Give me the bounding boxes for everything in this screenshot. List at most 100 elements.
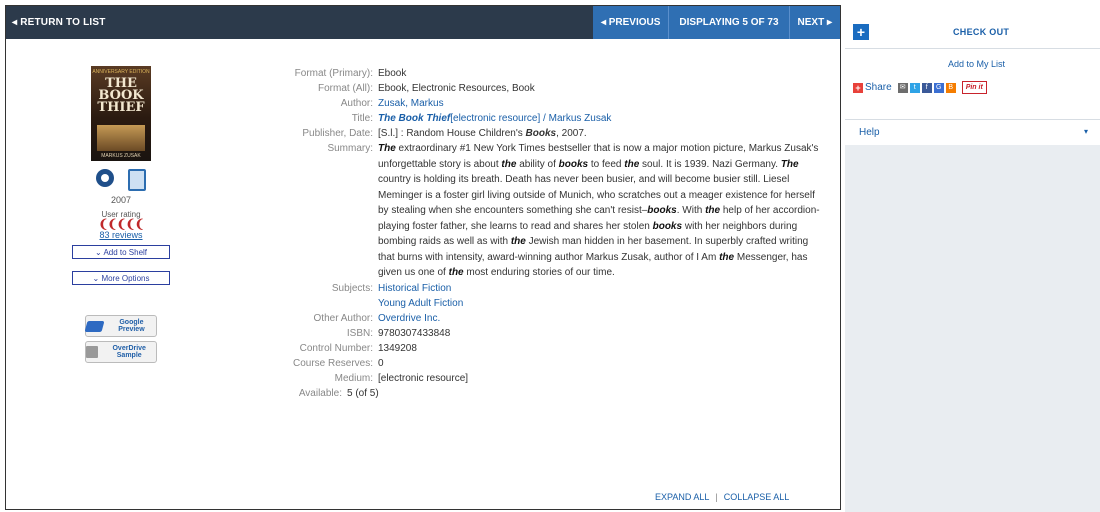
subject-link[interactable]: Young Adult Fiction: [378, 296, 822, 311]
expand-all-link[interactable]: EXPAND ALL: [655, 492, 709, 502]
google-preview-button[interactable]: Google Preview: [84, 315, 157, 337]
detail-row-control-number: Control Number: 1349208: [242, 341, 822, 356]
detail-value: 0: [378, 357, 384, 369]
detail-row-format-all: Format (All): Ebook, Electronic Resource…: [242, 81, 822, 96]
collapse-all-link[interactable]: COLLAPSE ALL: [724, 492, 790, 502]
facebook-icon[interactable]: f: [921, 82, 932, 93]
detail-label-empty: [242, 296, 378, 311]
detail-label: Format (All):: [318, 83, 373, 94]
pinterest-button[interactable]: Pin it: [961, 81, 987, 94]
checkout-bar: + CHECK OUT: [845, 15, 1100, 49]
google-preview-label: Google Preview: [118, 319, 145, 333]
link-separator: |: [715, 492, 718, 502]
next-button[interactable]: NEXT ▸: [789, 6, 840, 39]
twitter-icon[interactable]: t: [909, 82, 920, 93]
help-accordion[interactable]: Help ▾: [845, 119, 1100, 145]
summary-text: The extraordinary #1 New York Times best…: [378, 141, 822, 281]
item-aside: ANNIVERSARY EDITION THE BOOK THIEF MARKUS…: [66, 66, 176, 363]
detail-row-subjects-2: Young Adult Fiction: [242, 296, 822, 311]
detail-value: 9780307433848: [378, 327, 451, 339]
title-link[interactable]: The Book Thief[electronic resource] / Ma…: [378, 111, 822, 126]
list-share-panel: Add to My List + Share ✉ t f G B Pin it: [845, 49, 1100, 119]
detail-value: Ebook: [378, 68, 407, 79]
summary-highlight: books: [647, 205, 677, 216]
summary-highlight: The: [780, 158, 799, 170]
detail-label: Title:: [351, 113, 373, 124]
detail-label: Other Author:: [313, 312, 373, 324]
summary-highlight: the: [448, 267, 464, 278]
detail-label: Author:: [340, 98, 373, 109]
detail-label: ISBN:: [346, 327, 373, 339]
google-icon[interactable]: G: [933, 82, 944, 93]
author-link[interactable]: Zusak, Markus: [378, 96, 822, 111]
detail-label: Format (Primary):: [294, 68, 373, 79]
summary-highlight: the: [624, 158, 640, 170]
share-bar: + Share ✉ t f G B Pin it: [853, 81, 987, 94]
more-options-button[interactable]: ⌄ More Options: [72, 271, 170, 285]
email-icon[interactable]: ✉: [897, 82, 908, 93]
book-cover-image[interactable]: ANNIVERSARY EDITION THE BOOK THIEF MARKUS…: [91, 66, 151, 161]
detail-row-course-reserves: Course Reserves: 0: [242, 356, 822, 371]
summary-segment: soul. It is 1939. Nazi Germany.: [639, 158, 781, 170]
record-panel: ◂ RETURN TO LIST ◂ PREVIOUS DISPLAYING 5…: [5, 5, 841, 510]
detail-label: Summary:: [327, 143, 373, 154]
summary-highlight: books: [652, 220, 683, 232]
overdrive-icon[interactable]: [96, 169, 114, 187]
overdrive-sample-button[interactable]: OverDrive Sample: [85, 341, 157, 363]
summary-highlight: the: [501, 158, 517, 170]
reviews-link[interactable]: 83 reviews: [66, 230, 176, 240]
record-nav-bar: ◂ RETURN TO LIST ◂ PREVIOUS DISPLAYING 5…: [6, 6, 840, 39]
add-to-my-list-link[interactable]: Add to My List: [948, 59, 1005, 69]
detail-label: Medium:: [334, 372, 373, 384]
record-details: Format (Primary): Ebook Format (All): Eb…: [242, 66, 822, 401]
detail-label: Subjects:: [331, 282, 373, 294]
previous-button[interactable]: ◂ PREVIOUS: [592, 6, 669, 39]
overdrive-book-icon: [86, 346, 99, 358]
pager: ◂ PREVIOUS DISPLAYING 5 OF 73 NEXT ▸: [592, 6, 840, 39]
action-sidebar: + CHECK OUT Add to My List + Share ✉ t f…: [845, 15, 1100, 512]
cover-art: [97, 125, 145, 151]
google-book-icon: [84, 320, 105, 332]
summary-segment: . With: [676, 205, 706, 216]
detail-row-publisher: Publisher, Date: [S.l.] : Random House C…: [242, 126, 822, 141]
overdrive-sample-label: OverDrive Sample: [112, 345, 146, 359]
summary-segment: ability of: [516, 158, 559, 170]
detail-label: Course Reserves:: [292, 357, 373, 369]
detail-value: [S.l.] : Random House Children's Books, …: [378, 128, 587, 139]
check-out-button[interactable]: CHECK OUT: [953, 27, 1009, 37]
return-to-list-link[interactable]: ◂ RETURN TO LIST: [12, 17, 106, 28]
detail-value: 1349208: [378, 342, 417, 354]
detail-row-medium: Medium: [electronic resource]: [242, 371, 822, 386]
add-to-shelf-button[interactable]: ⌄ Add to Shelf: [72, 245, 170, 259]
summary-highlight: The: [378, 143, 396, 154]
detail-label: Publisher, Date:: [302, 128, 373, 139]
blogger-icon[interactable]: B: [945, 82, 956, 93]
publication-year: 2007: [110, 195, 132, 205]
detail-row-other-author: Other Author: Overdrive Inc.: [242, 311, 822, 326]
detail-row-title: Title: The Book Thief[electronic resourc…: [242, 111, 822, 126]
rating-icons[interactable]: ❨❨❨❨❨: [66, 218, 176, 230]
detail-label: Control Number:: [299, 342, 373, 354]
ebook-icon[interactable]: [128, 169, 146, 191]
detail-row-author: Author: Zusak, Markus: [242, 96, 822, 111]
share-link[interactable]: Share: [865, 82, 892, 93]
detail-row-summary: Summary: The extraordinary #1 New York T…: [242, 141, 822, 281]
detail-row-subjects: Subjects: Historical Fiction: [242, 281, 822, 296]
cover-author-text: MARKUS ZUSAK: [101, 153, 141, 159]
detail-row-available: Available: 5 (of 5): [242, 386, 822, 401]
detail-value: 5 (of 5): [347, 387, 379, 399]
addthis-plus-icon[interactable]: +: [853, 82, 863, 93]
detail-row-format-primary: Format (Primary): Ebook: [242, 66, 822, 81]
detail-label: Available:: [298, 387, 342, 399]
detail-row-isbn: ISBN: 9780307433848: [242, 326, 822, 341]
chevron-down-icon: ▾: [1083, 127, 1088, 136]
other-author-link[interactable]: Overdrive Inc.: [378, 311, 822, 326]
displaying-count: DISPLAYING 5 OF 73: [669, 6, 789, 39]
expand-collapse-links: EXPAND ALL | COLLAPSE ALL: [655, 492, 789, 502]
cover-edition-text: ANNIVERSARY EDITION: [92, 69, 150, 75]
plus-icon[interactable]: +: [853, 24, 869, 40]
subject-link[interactable]: Historical Fiction: [378, 281, 822, 296]
format-icons: [66, 169, 176, 191]
help-label: Help: [859, 127, 880, 138]
summary-segment: most enduring stories of our time.: [463, 267, 615, 278]
